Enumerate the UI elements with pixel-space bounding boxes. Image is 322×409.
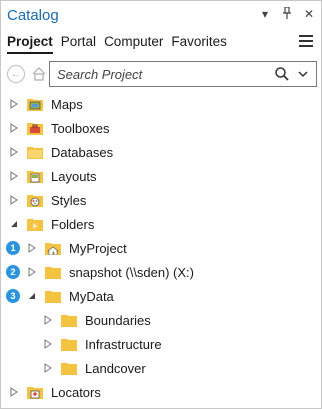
expand-icon[interactable] <box>43 363 53 373</box>
callout-badge-1: 1 <box>6 241 20 255</box>
database-folder-icon <box>27 147 43 159</box>
catalog-tabs: Project Portal Computer Favorites <box>7 34 235 54</box>
tree-item-locators[interactable]: Locators <box>9 381 101 403</box>
tree-item-toolboxes[interactable]: Toolboxes <box>9 117 110 139</box>
expand-icon[interactable] <box>9 195 19 205</box>
search-box <box>49 61 317 87</box>
style-icon <box>27 195 43 207</box>
tree-item-myproject[interactable]: MyProject <box>27 237 127 259</box>
tree-item-label: Toolboxes <box>51 120 110 136</box>
tree-item-landcover[interactable]: Landcover <box>43 357 146 379</box>
pin-icon[interactable] <box>281 6 293 22</box>
expand-icon[interactable] <box>9 99 19 109</box>
expand-icon[interactable] <box>9 171 19 181</box>
expand-icon[interactable] <box>43 339 53 349</box>
menu-icon[interactable] <box>299 35 313 47</box>
folder-icon <box>61 339 77 351</box>
pane-title: Catalog <box>7 7 59 24</box>
tab-favorites[interactable]: Favorites <box>171 34 227 54</box>
toolbox-icon <box>27 123 43 135</box>
map-icon <box>27 99 43 111</box>
tree-item-label: MyData <box>69 288 114 304</box>
tab-portal[interactable]: Portal <box>61 34 96 54</box>
tree-item-label: Landcover <box>85 360 146 376</box>
tree-item-label: Databases <box>51 144 114 160</box>
home-icon[interactable] <box>31 66 47 82</box>
tree-item-label: Infrastructure <box>85 336 162 352</box>
tree-item-label: Styles <box>51 192 87 208</box>
tree-item-label: Boundaries <box>85 312 151 328</box>
tree-item-databases[interactable]: Databases <box>9 141 113 163</box>
locator-icon <box>27 387 43 399</box>
folder-icon <box>45 267 61 279</box>
tree-item-layouts[interactable]: Layouts <box>9 165 97 187</box>
search-input[interactable] <box>50 62 260 86</box>
tree-item-label: MyProject <box>69 240 127 256</box>
tree-item-label: Layouts <box>51 168 97 184</box>
tree-item-label: Folders <box>51 216 95 232</box>
search-row: ← <box>5 61 317 87</box>
window-controls: ▾ ✕ <box>259 6 315 22</box>
callout-badge-2: 2 <box>6 265 20 279</box>
tree-item-maps[interactable]: Maps <box>9 93 83 115</box>
expand-icon[interactable] <box>27 243 37 253</box>
tree-item-label: Maps <box>51 96 83 112</box>
tree-item-label: Locators <box>51 384 101 400</box>
expand-icon[interactable] <box>43 315 53 325</box>
tree-item-styles[interactable]: Styles <box>9 189 86 211</box>
folder-icon <box>61 315 77 327</box>
folder-icon <box>27 219 43 231</box>
folder-icon <box>61 363 77 375</box>
collapse-icon[interactable] <box>27 291 37 301</box>
tree-item-snapshot[interactable]: snapshot (\\sden) (X:) <box>27 261 194 283</box>
search-options-icon[interactable] <box>298 66 310 82</box>
expand-icon[interactable] <box>9 123 19 133</box>
search-icon[interactable] <box>274 66 290 82</box>
expand-icon[interactable] <box>9 147 19 157</box>
home-folder-icon <box>45 243 61 255</box>
close-icon[interactable]: ✕ <box>303 7 315 22</box>
expand-icon[interactable] <box>9 387 19 397</box>
tab-computer[interactable]: Computer <box>104 34 163 54</box>
tree-item-label: snapshot (\\sden) (X:) <box>69 264 194 280</box>
folder-icon <box>45 291 61 303</box>
callout-badge-3: 3 <box>6 289 20 303</box>
back-icon[interactable]: ← <box>7 65 25 83</box>
layout-icon <box>27 171 43 183</box>
tab-project[interactable]: Project <box>7 34 53 54</box>
catalog-pane: Catalog ▾ ✕ Project Portal Computer Favo… <box>0 0 322 409</box>
collapse-icon[interactable] <box>9 219 19 229</box>
expand-icon[interactable] <box>27 267 37 277</box>
dropdown-icon[interactable]: ▾ <box>259 7 271 22</box>
tree-item-boundaries[interactable]: Boundaries <box>43 309 151 331</box>
tree-item-folders[interactable]: Folders <box>9 213 94 235</box>
tree-item-mydata[interactable]: MyData <box>27 285 114 307</box>
tree-item-infrastructure[interactable]: Infrastructure <box>43 333 162 355</box>
